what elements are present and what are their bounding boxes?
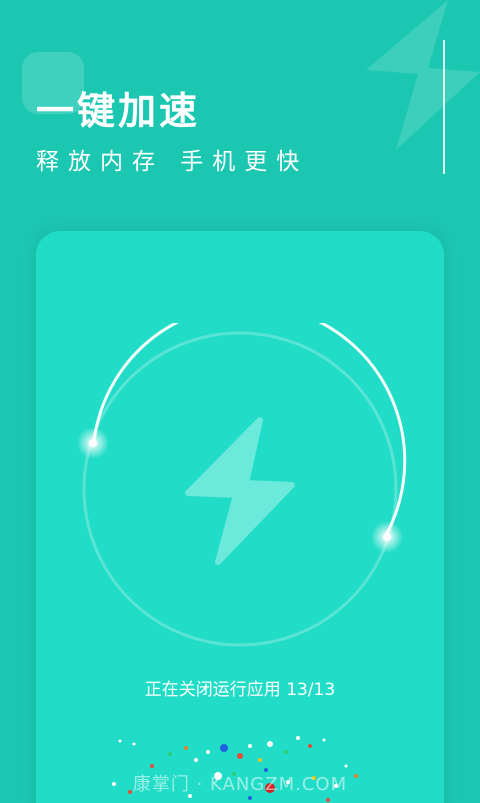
page-subtitle: 释放内存 手机更快 [36, 149, 309, 175]
boost-status-text: 正在关闭运行应用 13/13 [144, 680, 336, 700]
watermark-text: 康掌门 · KANGZM.COM [132, 774, 348, 795]
header-divider [443, 40, 445, 174]
page-title: 一键加速 [36, 89, 201, 133]
boost-progress-ring [77, 323, 407, 647]
background-lightning-icon [366, 0, 480, 150]
lightning-bolt-icon [185, 417, 295, 565]
orbit-glow-left [77, 427, 109, 459]
orbit-glow-right [371, 521, 403, 553]
